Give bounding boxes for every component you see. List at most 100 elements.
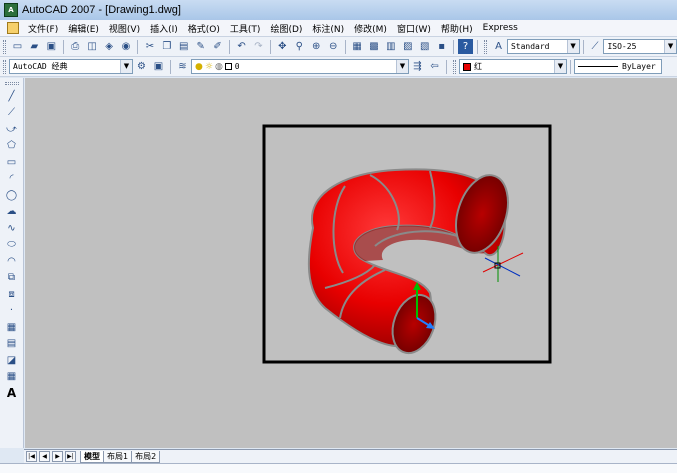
dim-style-combo[interactable]: ISO-25 ▼ (603, 39, 677, 54)
gradient-icon[interactable]: ▤ (4, 336, 20, 352)
color-combo[interactable]: 红 ▼ (459, 59, 567, 74)
redo-icon[interactable]: ↷ (251, 39, 266, 54)
line-icon[interactable]: ╱ (4, 88, 20, 104)
tab-layout1[interactable]: 布局1 (103, 450, 133, 463)
separator (453, 39, 455, 54)
menu-bar: 文件(F) 编辑(E) 视图(V) 插入(I) 格式(O) 工具(T) 绘图(D… (0, 20, 677, 37)
make-current-layer-icon[interactable]: ⇶ (410, 59, 425, 74)
toolbar-grip[interactable] (3, 59, 6, 74)
table-icon[interactable]: ▦ (4, 369, 20, 385)
rectangle-icon[interactable]: ▭ (4, 154, 20, 170)
revision-cloud-icon[interactable]: ☁ (4, 204, 20, 220)
markup-icon[interactable]: ▧ (417, 39, 432, 54)
prev-tab-button[interactable]: ◀ (39, 451, 50, 462)
menu-edit[interactable]: 编辑(E) (63, 22, 104, 35)
next-tab-button[interactable]: ▶ (52, 451, 63, 462)
text-style-combo[interactable]: Standard ▼ (506, 39, 580, 54)
polygon-icon[interactable]: ⬠ (4, 138, 20, 154)
menu-modify[interactable]: 修改(M) (349, 22, 392, 35)
toolbar-grip[interactable] (484, 39, 488, 54)
chevron-down-icon[interactable]: ▼ (664, 40, 677, 53)
menu-window[interactable]: 窗口(W) (392, 22, 436, 35)
point-icon[interactable]: · (4, 303, 20, 319)
layer-color-swatch (224, 63, 232, 70)
new-file-icon[interactable]: ▭ (10, 39, 25, 54)
linetype-combo[interactable]: ByLayer (574, 59, 662, 74)
undo-icon[interactable]: ↶ (234, 39, 249, 54)
3d-dwf-icon[interactable]: ◉ (119, 39, 134, 54)
polyline-icon[interactable]: ⤻ (4, 121, 20, 137)
insert-block-icon[interactable]: ⧉ (4, 270, 20, 286)
text-style-icon[interactable]: A (491, 39, 506, 54)
linetype-value: ByLayer (622, 62, 656, 71)
menu-dimension[interactable]: 标注(N) (307, 22, 349, 35)
properties-icon[interactable]: ▦ (350, 39, 365, 54)
command-line[interactable] (0, 463, 677, 473)
menu-insert[interactable]: 插入(I) (145, 22, 183, 35)
match-properties-icon[interactable]: ✎ (193, 39, 208, 54)
arc-icon[interactable]: ◜ (4, 171, 20, 187)
workspace-combo[interactable]: AutoCAD 经典 ▼ (9, 59, 133, 74)
toolbar-grip[interactable] (453, 59, 456, 74)
sun-icon[interactable]: ☼ (205, 62, 213, 72)
menu-draw[interactable]: 绘图(D) (265, 22, 307, 35)
chevron-down-icon[interactable]: ▼ (554, 60, 566, 73)
design-center-icon[interactable]: ▩ (367, 39, 382, 54)
ellipse-icon[interactable]: ⬭ (4, 237, 20, 253)
multiline-text-icon[interactable]: A (4, 385, 20, 401)
circle-icon[interactable]: ◯ (4, 187, 20, 203)
menu-help[interactable]: 帮助(H) (436, 22, 478, 35)
print-icon[interactable]: ⎙ (68, 39, 83, 54)
tab-layout2[interactable]: 布局2 (131, 450, 161, 463)
ellipse-arc-icon[interactable]: ◠ (4, 253, 20, 269)
toolbar-grip[interactable] (4, 82, 19, 85)
menu-format[interactable]: 格式(O) (183, 22, 225, 35)
chevron-down-icon[interactable]: ▼ (566, 40, 579, 53)
block-editor-icon[interactable]: ✐ (210, 39, 225, 54)
tool-palettes-icon[interactable]: ▥ (383, 39, 398, 54)
drawing-canvas[interactable] (25, 78, 677, 448)
print-preview-icon[interactable]: ◫ (85, 39, 100, 54)
cursor-blue-axis (484, 257, 521, 277)
zoom-previous-icon[interactable]: ⊖ (326, 39, 341, 54)
sheet-set-icon[interactable]: ▨ (400, 39, 415, 54)
help-icon[interactable]: ? (458, 39, 474, 54)
publish-icon[interactable]: ◈ (102, 39, 117, 54)
construction-line-icon[interactable]: ⟋ (4, 105, 20, 121)
save-icon[interactable]: ▣ (44, 39, 59, 54)
chevron-down-icon[interactable]: ▼ (120, 60, 132, 73)
drawing-viewport[interactable] (25, 78, 677, 448)
menu-file[interactable]: 文件(F) (23, 22, 63, 35)
lightbulb-icon[interactable]: ● (195, 62, 203, 72)
toolbar-grip[interactable] (3, 39, 6, 54)
paste-icon[interactable]: ▤ (176, 39, 191, 54)
zoom-window-icon[interactable]: ⊕ (309, 39, 324, 54)
region-icon[interactable]: ◪ (4, 352, 20, 368)
menu-view[interactable]: 视图(V) (104, 22, 145, 35)
open-file-icon[interactable]: ▰ (27, 39, 42, 54)
dim-style-icon[interactable]: ⟋ (588, 39, 603, 54)
hatch-icon[interactable]: ▦ (4, 319, 20, 335)
layer-combo[interactable]: ● ☼ ◍ 0 ▼ (191, 59, 409, 74)
draw-toolbar: ╱ ⟋ ⤻ ⬠ ▭ ◜ ◯ ☁ ∿ ⬭ ◠ ⧉ ⧈ · ▦ ▤ ◪ ▦ A (0, 78, 24, 448)
tab-model[interactable]: 模型 (80, 450, 104, 463)
autocad-app-icon[interactable]: A (4, 3, 18, 17)
pan-icon[interactable]: ✥ (275, 39, 290, 54)
layer-manager-icon[interactable]: ≋ (175, 59, 190, 74)
lock-icon[interactable]: ◍ (215, 62, 223, 72)
copy-icon[interactable]: ❐ (159, 39, 174, 54)
layer-previous-icon[interactable]: ⇦ (427, 59, 442, 74)
chevron-down-icon[interactable]: ▼ (396, 60, 408, 73)
menu-tools[interactable]: 工具(T) (225, 22, 266, 35)
spline-icon[interactable]: ∿ (4, 220, 20, 236)
make-block-icon[interactable]: ⧈ (4, 286, 20, 302)
calculator-icon[interactable]: ▪ (434, 39, 449, 54)
workspace-save-icon[interactable]: ▣ (151, 59, 166, 74)
menu-express[interactable]: Express (478, 23, 523, 33)
workspace-settings-icon[interactable]: ⚙ (134, 59, 149, 74)
cut-icon[interactable]: ✂ (142, 39, 157, 54)
zoom-realtime-icon[interactable]: ⚲ (292, 39, 307, 54)
first-tab-button[interactable]: |◀ (26, 451, 37, 462)
last-tab-button[interactable]: ▶| (65, 451, 76, 462)
document-icon[interactable] (7, 22, 19, 34)
